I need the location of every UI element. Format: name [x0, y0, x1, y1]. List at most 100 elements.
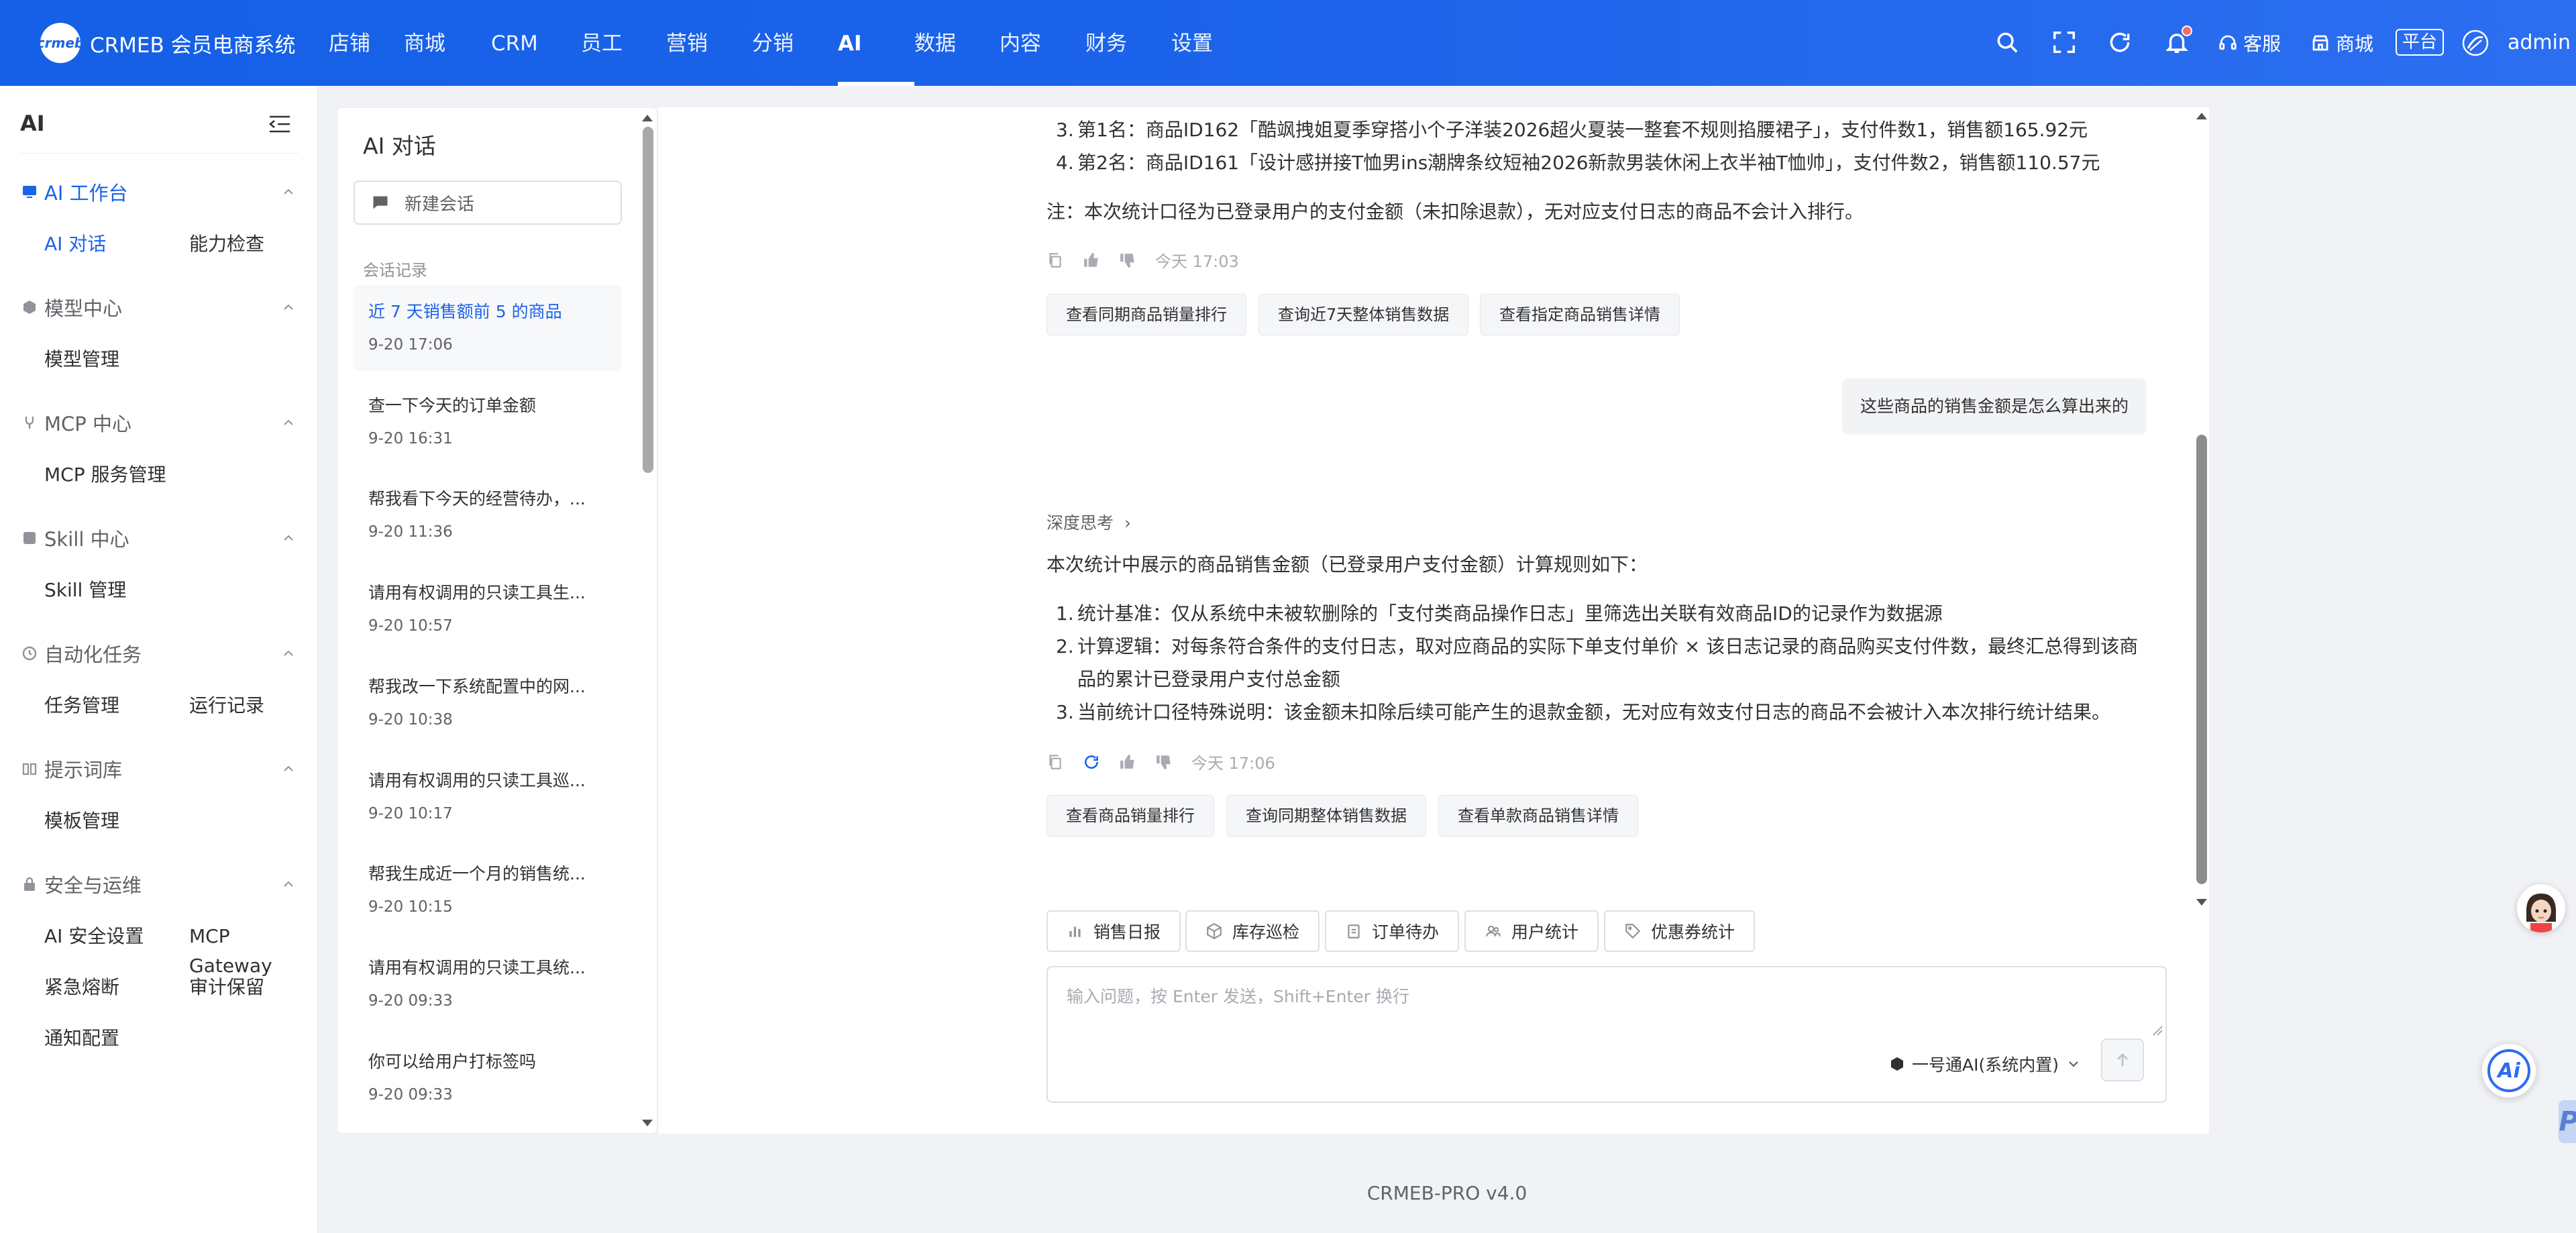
- chat-scrollbar[interactable]: [2194, 107, 2210, 906]
- conversation-item[interactable]: 近 7 天销售额前 5 的商品 9-20 17:06: [354, 285, 622, 371]
- quick-action-coupons[interactable]: 优惠券统计: [1604, 910, 1756, 952]
- suggestion-chip[interactable]: 查询同期整体销售数据: [1226, 795, 1426, 837]
- quick-action-sales-daily[interactable]: 销售日报: [1046, 910, 1181, 952]
- conversation-item[interactable]: 你可以给用户打标签吗 9-20 09:33: [354, 1035, 622, 1121]
- sidebar-group-label: MCP 中心: [44, 413, 131, 435]
- suggestion-chip[interactable]: 查看单款商品销售详情: [1438, 795, 1638, 837]
- user-name[interactable]: admin: [2508, 30, 2571, 56]
- sidebar-group-ai-workbench[interactable]: AI 工作台: [21, 176, 297, 208]
- new-chat-button[interactable]: 新建会话: [354, 180, 622, 225]
- sidebar-item-ai-security[interactable]: AI 安全设置: [44, 922, 144, 951]
- sidebar-group-skill-center[interactable]: Skill 中心: [21, 522, 297, 554]
- refresh-icon[interactable]: [2107, 30, 2133, 55]
- app-logo[interactable]: crmeb CRMEB 会员电商系统: [37, 23, 296, 63]
- top-nav: 店铺 商城 CRM 员工 营销 分销 AI 数据 内容 财务 设置: [309, 0, 1257, 86]
- nav-content[interactable]: 内容: [1000, 0, 1085, 86]
- nav-mall[interactable]: 商城: [404, 0, 491, 86]
- thumbs-down-icon[interactable]: [1155, 753, 1173, 771]
- sidebar-item-ai-chat[interactable]: AI 对话: [44, 229, 106, 259]
- send-button[interactable]: [2101, 1038, 2144, 1081]
- thumbs-up-icon[interactable]: [1119, 753, 1136, 771]
- ai-assistant-button[interactable]: Ai: [2482, 1044, 2536, 1097]
- sidebar-item-audit-retention[interactable]: 审计保留: [189, 973, 264, 1002]
- sidebar-group-prompt-library[interactable]: 提示词库: [21, 753, 297, 785]
- chevron-up-icon: [284, 189, 293, 195]
- mall-link[interactable]: 商城: [2310, 30, 2373, 56]
- avatar[interactable]: [2462, 30, 2489, 56]
- sidebar-item-skill-manage[interactable]: Skill 管理: [44, 576, 126, 605]
- sidebar-item-run-records[interactable]: 运行记录: [189, 691, 264, 720]
- copy-icon[interactable]: [1046, 753, 1064, 771]
- nav-distribution[interactable]: 分销: [752, 0, 838, 86]
- sidebar-group-security-ops[interactable]: 安全与运维: [21, 868, 297, 900]
- bell-icon[interactable]: [2164, 25, 2192, 55]
- fullscreen-icon[interactable]: [2051, 30, 2077, 55]
- nav-crm[interactable]: CRM: [491, 0, 581, 86]
- nav-store[interactable]: 店铺: [329, 0, 404, 86]
- scroll-up-icon[interactable]: [642, 115, 653, 121]
- scroll-down-icon[interactable]: [2196, 899, 2207, 906]
- conversation-item[interactable]: 帮我看下今天的经营待办，... 9-20 11:36: [354, 472, 622, 558]
- sidebar-group-mcp-center[interactable]: MCP 中心: [21, 407, 297, 439]
- chevron-down-icon: [2069, 1061, 2078, 1067]
- sidebar-group-automation[interactable]: 自动化任务: [21, 637, 297, 669]
- customer-service-link[interactable]: 客服: [2218, 30, 2281, 56]
- search-icon[interactable]: [1994, 30, 2020, 55]
- deep-think-toggle[interactable]: 深度思考 ›: [1046, 510, 1131, 534]
- nav-data[interactable]: 数据: [914, 0, 1000, 86]
- chat-input[interactable]: [1067, 983, 2140, 1037]
- quick-action-inventory[interactable]: 库存巡检: [1185, 910, 1320, 952]
- copy-icon[interactable]: [1046, 252, 1064, 269]
- nav-marketing[interactable]: 营销: [666, 0, 752, 86]
- sidebar: AI AI 工作台 AI 对话 能力检查 模型中心 模型管理 MCP 中心 MC…: [0, 86, 318, 1233]
- model-select[interactable]: 一号通AI(系统内置): [1889, 1051, 2082, 1077]
- conversation-item[interactable]: 帮我改一下系统配置中的网... 9-20 10:38: [354, 660, 622, 746]
- sidebar-item-capability-check[interactable]: 能力检查: [189, 229, 264, 259]
- conversation-item[interactable]: 请用有权调用的只读工具生... 9-20 10:57: [354, 566, 622, 652]
- conversation-item[interactable]: 请用有权调用的只读工具巡... 9-20 10:17: [354, 754, 622, 840]
- menu-collapse-icon[interactable]: [268, 114, 291, 134]
- sidebar-group-model-center[interactable]: 模型中心: [21, 291, 297, 323]
- resize-grip-icon[interactable]: [2151, 1024, 2163, 1036]
- customer-service-label: 客服: [2243, 33, 2282, 55]
- nav-staff[interactable]: 员工: [581, 0, 666, 86]
- suggestion-chip[interactable]: 查询近7天整体销售数据: [1258, 294, 1469, 335]
- side-float-tab-icon[interactable]: P: [2559, 1100, 2576, 1143]
- list-text: 计算逻辑：对每条符合条件的支付日志，取对应商品的实际下单支付单价 × 该日志记录…: [1077, 635, 2139, 657]
- sidebar-item-notify-config[interactable]: 通知配置: [44, 1024, 119, 1053]
- thumbs-up-icon[interactable]: [1083, 252, 1100, 269]
- assistant-avatar-icon[interactable]: [2517, 884, 2565, 932]
- scroll-up-icon[interactable]: [2196, 113, 2207, 119]
- store-icon: [2312, 35, 2328, 51]
- conversation-time: 9-20 10:57: [368, 617, 453, 635]
- conversation-item[interactable]: 帮我生成近一个月的销售统... 9-20 10:15: [354, 847, 622, 933]
- conversation-scrollbar[interactable]: [638, 108, 657, 1133]
- scroll-thumb[interactable]: [2196, 435, 2207, 884]
- sidebar-item-mcp-gateway[interactable]: MCP Gateway: [189, 922, 317, 977]
- nav-settings[interactable]: 设置: [1171, 0, 1257, 86]
- suggestion-chip[interactable]: 查看商品销量排行: [1046, 795, 1214, 837]
- nav-finance[interactable]: 财务: [1085, 0, 1171, 86]
- sidebar-item-mcp-service[interactable]: MCP 服务管理: [44, 460, 166, 490]
- sidebar-item-model-manage[interactable]: 模型管理: [44, 345, 119, 374]
- conversation-item[interactable]: 查一下今天的订单金额 9-20 16:31: [354, 379, 622, 465]
- regenerate-icon[interactable]: [1083, 753, 1100, 771]
- platform-button[interactable]: 平台: [2396, 29, 2444, 56]
- sidebar-group-label: Skill 中心: [44, 528, 129, 551]
- nav-ai[interactable]: AI: [838, 0, 914, 86]
- scroll-thumb[interactable]: [643, 127, 653, 473]
- thumbs-down-icon[interactable]: [1119, 252, 1136, 269]
- app-title: CRMEB 会员电商系统: [90, 33, 296, 58]
- quick-action-orders[interactable]: 订单待办: [1325, 910, 1460, 952]
- suggestion-chip[interactable]: 查看同期商品销量排行: [1046, 294, 1246, 335]
- quick-action-users[interactable]: 用户统计: [1464, 910, 1599, 952]
- scroll-down-icon[interactable]: [642, 1120, 653, 1126]
- sidebar-item-emergency-break[interactable]: 紧急熔断: [44, 973, 119, 1002]
- suggestion-chip[interactable]: 查看指定商品销售详情: [1480, 294, 1680, 335]
- chat-bubble-icon: [373, 196, 388, 209]
- sidebar-item-template-manage[interactable]: 模板管理: [44, 806, 119, 836]
- conversation-item[interactable]: 请用有权调用的只读工具统... 9-20 09:33: [354, 941, 622, 1027]
- sidebar-item-task-manage[interactable]: 任务管理: [44, 691, 119, 720]
- logo-mark-icon: crmeb: [37, 23, 84, 63]
- sidebar-group-label: 提示词库: [44, 759, 123, 782]
